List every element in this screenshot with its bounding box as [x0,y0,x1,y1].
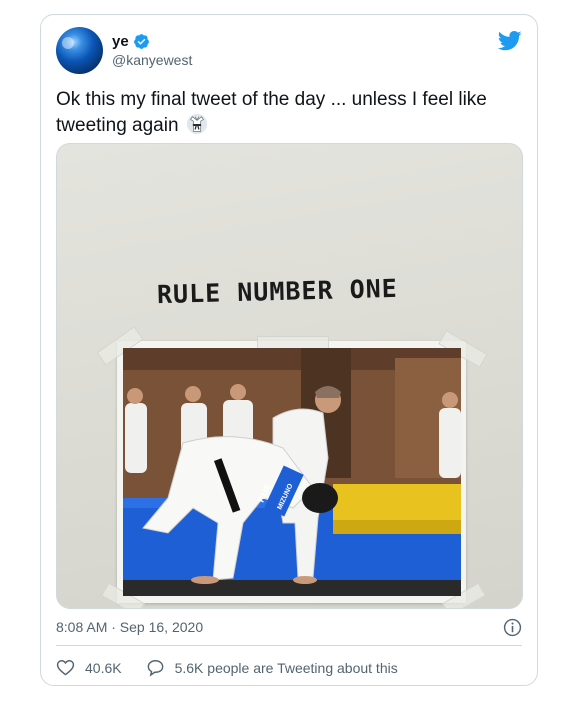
handle[interactable]: @kanyewest [112,52,192,68]
tweet-text: Ok this my final tweet of the day ... un… [56,87,526,139]
like-button[interactable]: 40.6K [56,658,122,677]
info-icon[interactable] [503,618,522,637]
comment-bubble-icon [147,660,163,677]
tweet-timestamp[interactable]: 8:08 AM · Sep 16, 2020 [56,619,203,635]
tweet-header: ye @kanyewest [56,25,522,75]
tweet-actions: 40.6K 5.6K people are Tweeting about thi… [56,658,398,677]
divider [56,645,522,646]
tweeting-about-text: 5.6K people are Tweeting about this [174,659,398,676]
judo-scene-illustration: RUS MIZUNO [123,348,461,596]
like-count: 40.6K [85,659,122,676]
twitter-bird-icon[interactable] [498,31,522,51]
author-info[interactable]: ye @kanyewest [112,31,192,69]
verified-badge-icon [133,33,149,49]
conversation-link[interactable]: 5.6K people are Tweeting about this [146,658,398,677]
martial-arts-uniform-icon [186,113,207,135]
display-name[interactable]: ye [112,33,129,50]
tweet-text-content: Ok this my final tweet of the day ... un… [56,89,487,136]
avatar[interactable] [56,27,103,74]
heart-icon [56,660,75,676]
tweet-card[interactable]: ye @kanyewest Ok this my final tweet of … [40,14,538,686]
judo-photo: RUS MIZUNO [123,348,461,596]
tweet-media[interactable]: RULE NUMBER ONE RUS MIZUNO [56,143,523,609]
